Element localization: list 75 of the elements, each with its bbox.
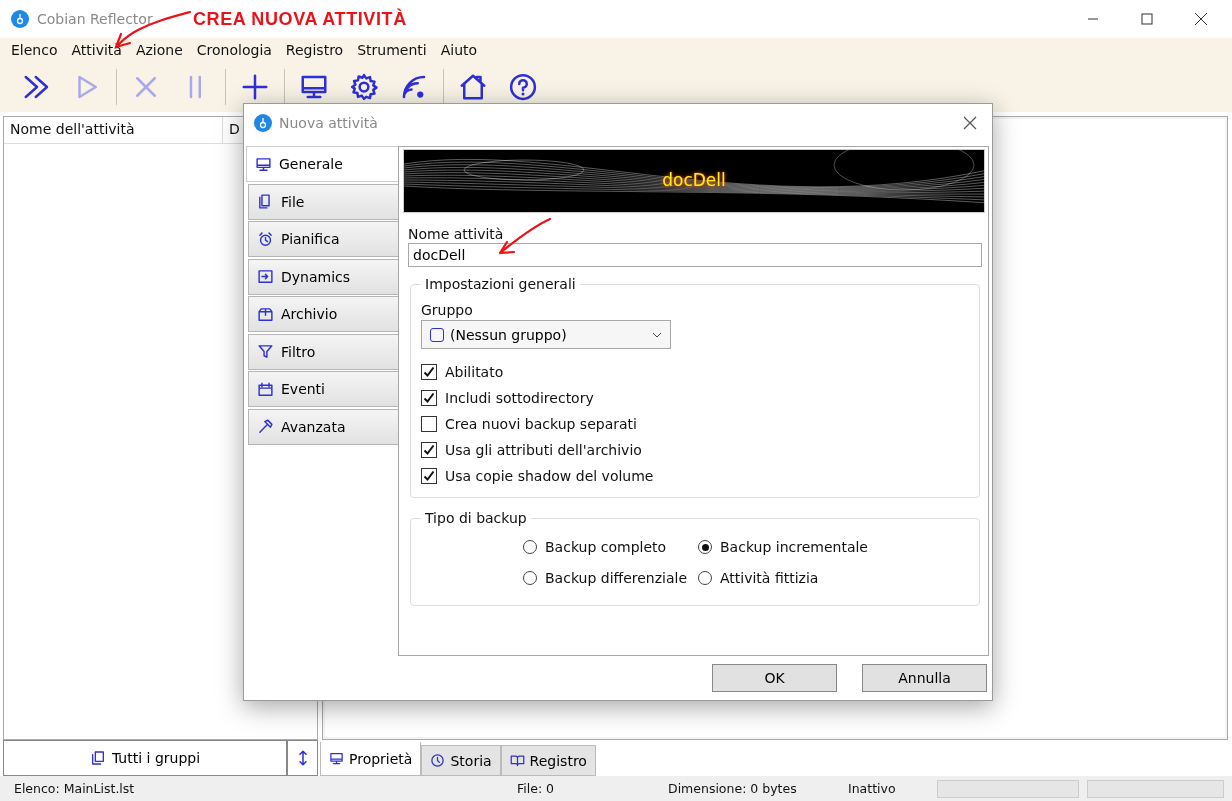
menu-item[interactable]: Aiuto	[433, 42, 485, 58]
dialog-button[interactable]: Annulla	[862, 664, 987, 692]
checkbox[interactable]	[421, 416, 437, 432]
app-logo-icon	[11, 10, 29, 28]
box-icon	[257, 305, 274, 323]
menu-item[interactable]: Strumenti	[350, 42, 434, 58]
checkbox-label: Crea nuovi backup separati	[445, 416, 637, 432]
sidebar-tab[interactable]: Pianifica	[248, 221, 398, 257]
chevron-down-icon	[652, 331, 662, 338]
group-legend: Tipo di backup	[421, 510, 531, 526]
help-icon[interactable]	[508, 72, 538, 102]
checkbox-label: Usa gli attributi dell'archivio	[445, 442, 642, 458]
sidebar-tab[interactable]: File	[248, 183, 398, 220]
checkbox[interactable]	[421, 390, 437, 406]
radio-label: Backup completo	[545, 539, 667, 555]
checkbox-label: Usa copie shadow del volume	[445, 468, 654, 484]
radio-button[interactable]	[698, 571, 712, 585]
sidebar-tab[interactable]: Archivio	[248, 296, 398, 332]
status-text: File: 0	[517, 781, 556, 796]
status-text: Dimensione: 0 bytes	[668, 781, 798, 796]
sort-button[interactable]	[287, 740, 318, 776]
sidebar-tab[interactable]: Dynamics	[248, 258, 398, 295]
arrow-box-icon	[257, 268, 274, 285]
radio-label: Backup differenziale	[545, 570, 688, 586]
group-legend: Impostazioni generali	[421, 276, 580, 292]
square-icon	[430, 327, 444, 342]
radio-label: Backup incrementale	[720, 539, 868, 555]
monitor-icon	[255, 155, 272, 173]
field-label: Gruppo	[421, 302, 474, 318]
house-icon[interactable]	[458, 72, 488, 102]
column-header[interactable]: Nome dell'attività	[4, 117, 223, 143]
hammer-icon	[257, 418, 274, 435]
radio-button[interactable]	[698, 540, 712, 554]
settings-icon[interactable]	[349, 72, 379, 102]
dialog-title: Nuova attività	[279, 114, 379, 131]
tab[interactable]: Registro	[500, 745, 596, 776]
tab[interactable]: Storia	[421, 745, 501, 776]
menu-item[interactable]: Azione	[128, 42, 190, 58]
filter-icon	[257, 343, 274, 360]
pages-icon	[89, 750, 106, 766]
window-title: Cobian Reflector	[37, 11, 153, 27]
sidebar-tab[interactable]: Generale	[246, 146, 398, 182]
checkbox[interactable]	[421, 364, 437, 380]
menu-item[interactable]: Cronologia	[189, 42, 279, 58]
field-label: Nome attività	[408, 226, 505, 242]
checkbox[interactable]	[421, 442, 437, 458]
calendar-icon	[257, 380, 274, 398]
checkbox[interactable]	[421, 468, 437, 484]
banner-title: docDell	[661, 170, 727, 190]
checkbox-label: Abilitato	[445, 364, 504, 380]
group-dropdown[interactable]: (Nessun gruppo)	[421, 320, 671, 349]
sidebar-tab[interactable]: Avanzata	[248, 408, 398, 445]
menu-item[interactable]: Elenco	[4, 42, 65, 58]
menu-item[interactable]: Attività	[64, 42, 129, 58]
checkbox-label: Includi sottodirectory	[445, 390, 594, 406]
plus-icon[interactable]	[240, 72, 270, 102]
status-text: Inattivo	[848, 781, 897, 796]
app-logo-icon	[254, 113, 272, 132]
close-icon[interactable]	[963, 115, 977, 130]
menu-item[interactable]: Registro	[278, 42, 351, 58]
book-icon	[509, 753, 525, 768]
all-groups-button[interactable]: Tutti i gruppi	[3, 740, 287, 776]
dialog-button[interactable]: OK	[712, 664, 837, 692]
tab[interactable]: Proprietà	[320, 742, 422, 776]
clock-icon	[430, 753, 446, 768]
radio-button[interactable]	[523, 540, 537, 554]
task-name-field[interactable]: docDell	[408, 243, 982, 267]
status-text: Elenco: MainList.lst	[14, 781, 136, 796]
monitor-icon	[329, 751, 344, 766]
radio-label: Attività fittizia	[720, 570, 819, 586]
radio-button[interactable]	[523, 571, 537, 585]
alarm-clock-icon	[257, 230, 274, 248]
annotation-text: CREA NUOVA ATTIVITÀ	[193, 9, 407, 30]
sidebar-tab[interactable]: Filtro	[248, 333, 398, 370]
sidebar-tab[interactable]: Eventi	[248, 371, 398, 407]
